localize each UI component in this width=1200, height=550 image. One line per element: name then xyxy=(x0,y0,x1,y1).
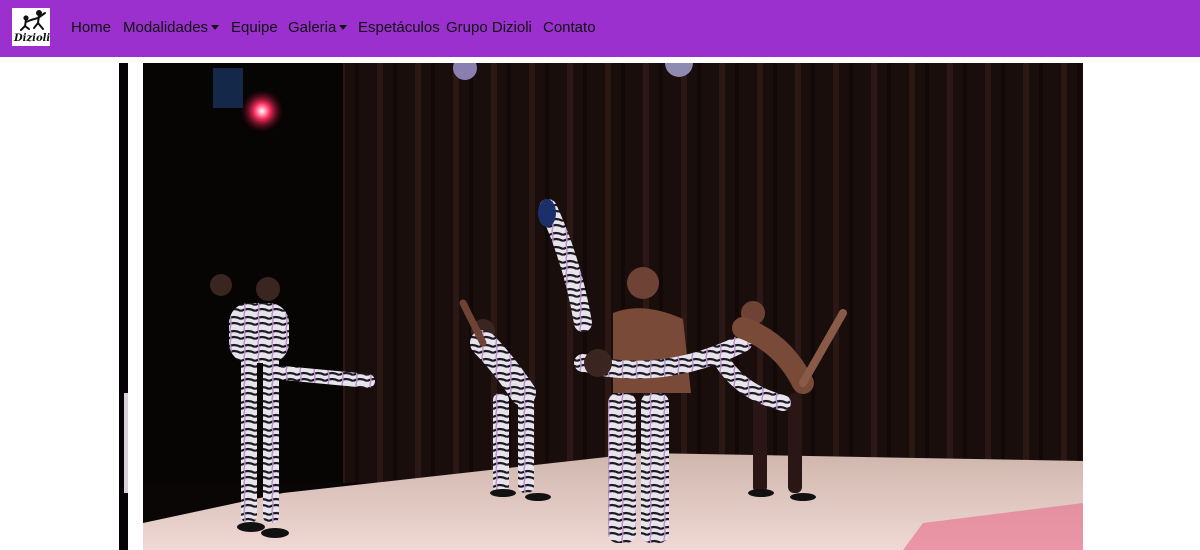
nav-modalidades-label: Modalidades xyxy=(123,19,209,36)
nav-home[interactable]: Home xyxy=(71,19,111,37)
nav-galeria-dropdown[interactable]: Galeria xyxy=(288,19,348,37)
nav-espetaculos[interactable]: Espetáculos xyxy=(358,19,440,37)
nav-equipe[interactable]: Equipe xyxy=(231,19,278,37)
dance-performance-photo xyxy=(143,63,1083,550)
navbar: Dizioli Home Modalidades Equipe Galeria … xyxy=(0,0,1200,57)
previous-slide-edge xyxy=(119,63,128,550)
brand-logo-text: Dizioli xyxy=(14,33,50,44)
caret-down-icon xyxy=(339,24,348,30)
nav-modalidades-dropdown[interactable]: Modalidades xyxy=(123,19,220,37)
nav-grupo-dizioli[interactable]: Grupo Dizioli xyxy=(446,19,532,37)
caret-down-icon xyxy=(211,24,220,30)
brand-logo[interactable]: Dizioli xyxy=(12,8,50,46)
photo-carousel[interactable] xyxy=(119,63,1083,550)
nav-galeria-label: Galeria xyxy=(288,19,337,36)
nav-contato[interactable]: Contato xyxy=(543,19,596,37)
